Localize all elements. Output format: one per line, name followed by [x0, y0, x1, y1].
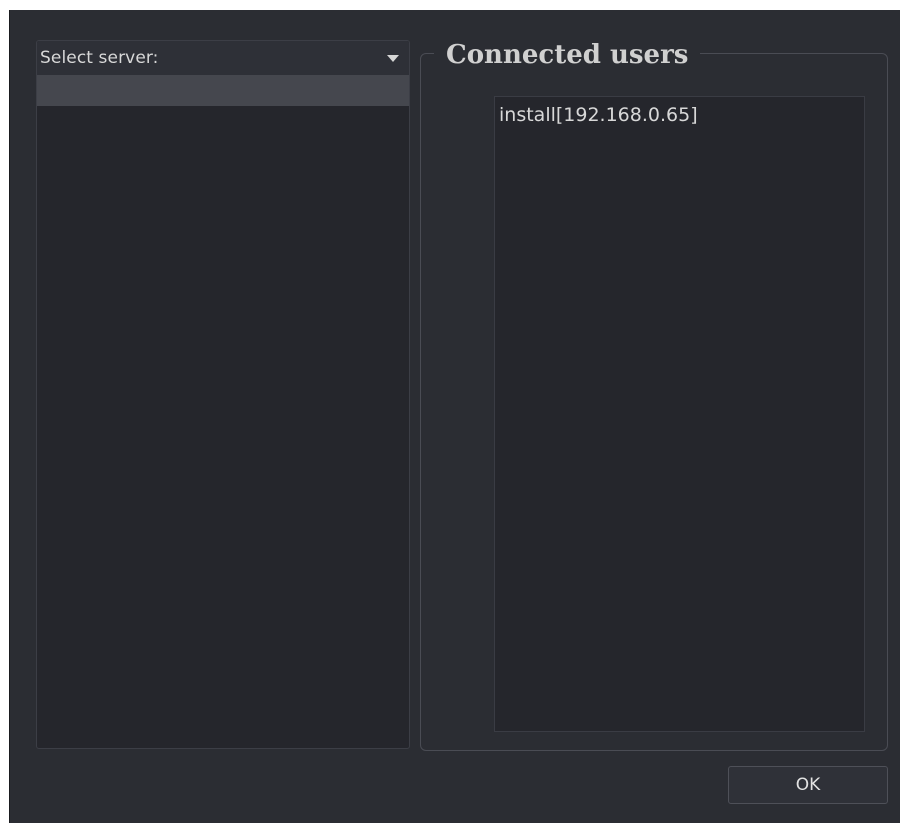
- dialog-window: Select server: Connected users install[1…: [9, 10, 900, 823]
- ok-button[interactable]: OK: [728, 766, 888, 804]
- server-select-label: Select server:: [40, 48, 159, 68]
- server-select-dropdown[interactable]: Select server:: [37, 41, 409, 75]
- server-list-item[interactable]: [37, 75, 409, 106]
- user-list-item[interactable]: install[192.168.0.65]: [499, 104, 698, 126]
- chevron-down-icon[interactable]: [387, 55, 399, 62]
- connected-users-list[interactable]: install[192.168.0.65]: [494, 96, 865, 732]
- server-list-panel: Select server:: [36, 40, 410, 749]
- connected-users-title: Connected users: [434, 38, 701, 72]
